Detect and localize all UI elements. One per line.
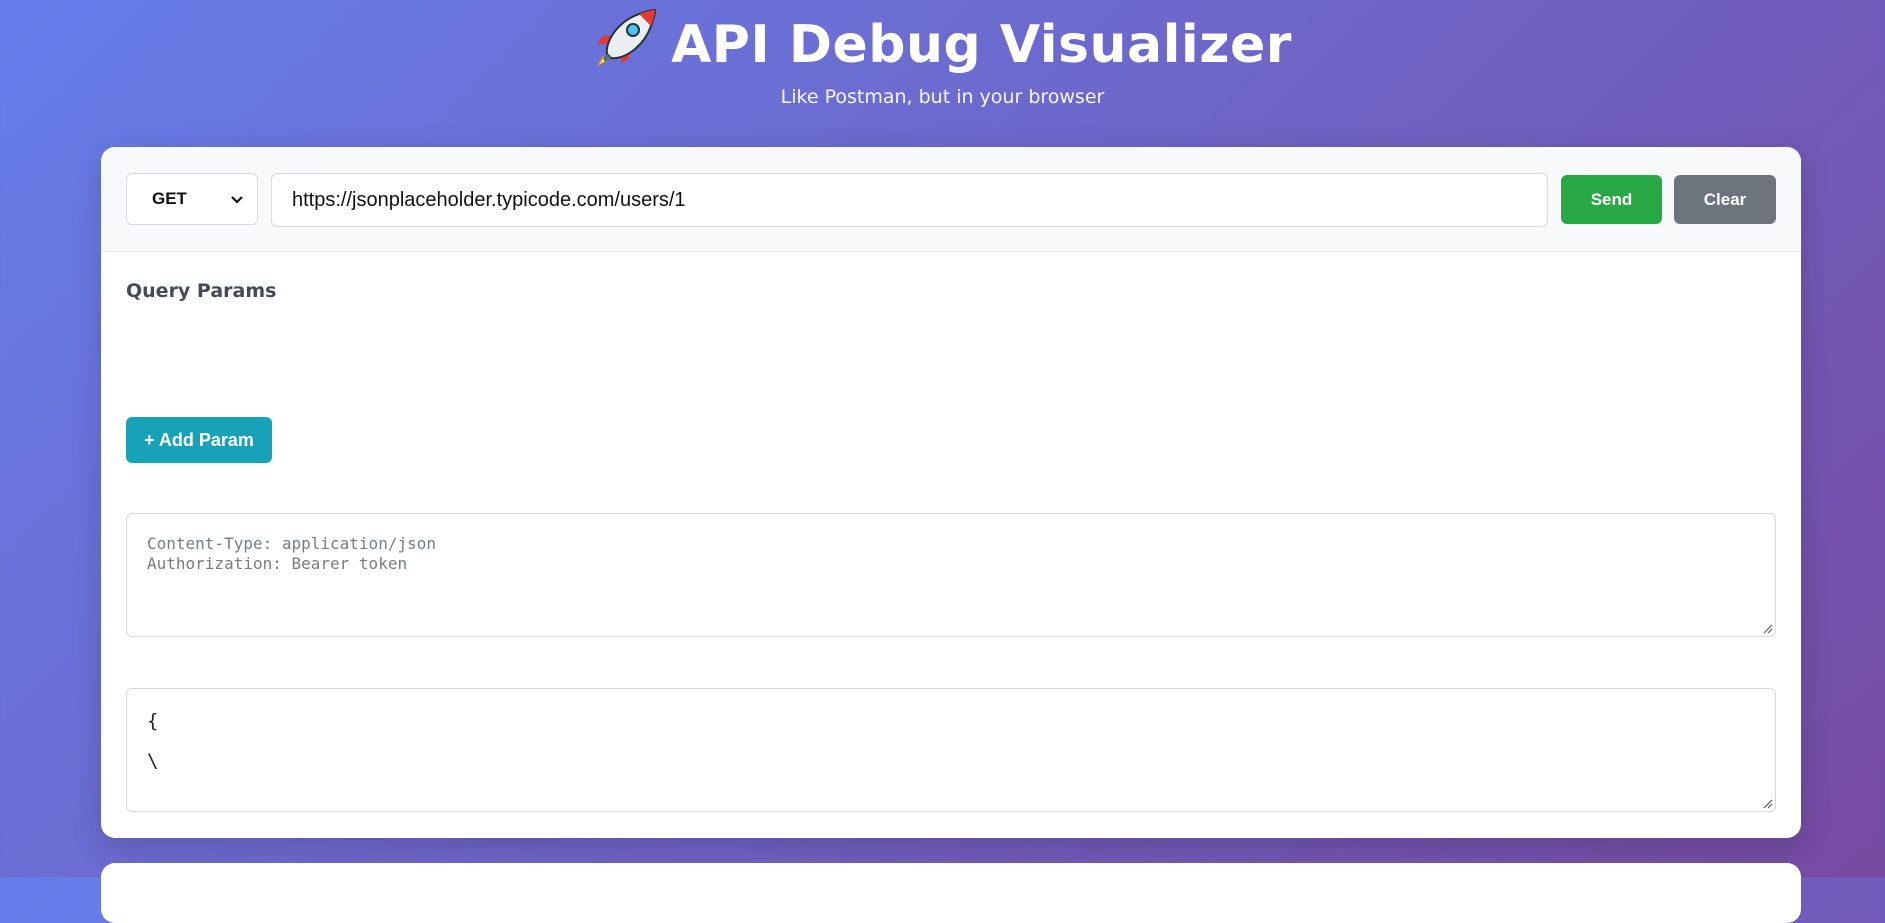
- request-bar: GET https://jsonplaceholder.typicode.com…: [101, 147, 1801, 252]
- page-title-text: API Debug Visualizer: [671, 15, 1292, 75]
- request-card: GET https://jsonplaceholder.typicode.com…: [101, 147, 1801, 838]
- page-subtitle: Like Postman, but in your browser: [780, 86, 1105, 108]
- page-title: API Debug Visualizer: [0, 8, 1885, 76]
- resize-handle-icon[interactable]: [1761, 797, 1773, 809]
- method-select[interactable]: GET: [126, 173, 258, 225]
- chevron-down-icon: [231, 196, 243, 204]
- url-input-value: https://jsonplaceholder.typicode.com/use…: [292, 188, 686, 211]
- rocket-icon: [597, 8, 657, 66]
- query-params-heading: Query Params: [126, 280, 277, 302]
- headers-placeholder-line: Authorization: Bearer token: [147, 554, 408, 573]
- add-param-button[interactable]: + Add Param: [126, 417, 272, 463]
- method-select-value: GET: [152, 189, 187, 208]
- response-card: [101, 863, 1801, 923]
- body-line: \: [147, 750, 159, 772]
- body-textarea[interactable]: { \: [126, 688, 1776, 812]
- headers-textarea[interactable]: Content-Type: application/json Authoriza…: [126, 513, 1776, 637]
- clear-button[interactable]: Clear: [1674, 175, 1776, 224]
- headers-placeholder-line: Content-Type: application/json: [147, 534, 436, 553]
- resize-handle-icon[interactable]: [1761, 622, 1773, 634]
- send-button[interactable]: Send: [1561, 175, 1662, 224]
- url-input[interactable]: https://jsonplaceholder.typicode.com/use…: [271, 173, 1548, 227]
- body-line: {: [147, 710, 159, 732]
